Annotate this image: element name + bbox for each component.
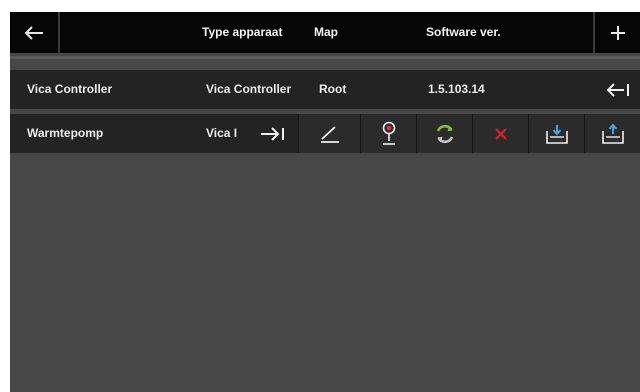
expand-actions-button[interactable] <box>250 114 294 153</box>
delete-button[interactable] <box>472 114 528 153</box>
refresh-icon <box>436 124 453 143</box>
device-name: Vica Controller <box>27 82 113 96</box>
edit-button[interactable] <box>298 114 360 153</box>
header-separator <box>10 56 640 59</box>
column-header-software-version: Software ver. <box>426 25 501 39</box>
device-name: Warmtepomp <box>27 126 104 140</box>
pencil-icon <box>320 125 339 143</box>
header-divider-left <box>58 12 60 53</box>
expand-right-icon <box>261 126 284 141</box>
device-map: Root <box>319 82 347 96</box>
device-type: Vica Controller <box>206 82 292 96</box>
device-row[interactable]: Warmtepomp Vica I <box>10 114 640 153</box>
refresh-button[interactable] <box>416 114 472 153</box>
export-button[interactable] <box>584 114 640 153</box>
import-button[interactable] <box>528 114 584 153</box>
header-bar: Type apparaat Map Software ver. <box>10 12 640 53</box>
tray-download-icon <box>545 124 568 144</box>
back-button[interactable] <box>10 12 58 53</box>
device-list-empty-area <box>10 153 640 392</box>
column-header-map: Map <box>314 25 338 39</box>
device-manager-window: Type apparaat Map Software ver. Vica Con… <box>10 12 640 392</box>
plus-icon <box>610 25 625 40</box>
map-pin-icon <box>382 121 395 145</box>
collapse-actions-button[interactable] <box>596 70 640 109</box>
locate-button[interactable] <box>360 114 416 153</box>
device-type: Vica I <box>206 126 238 140</box>
tray-upload-icon <box>601 122 624 144</box>
arrow-left-icon <box>24 25 43 40</box>
device-software-version: 1.5.103.14 <box>428 82 485 96</box>
row-action-bar <box>298 114 640 153</box>
collapse-left-icon <box>606 82 629 97</box>
column-header-type: Type apparaat <box>202 25 283 39</box>
add-button[interactable] <box>595 12 640 53</box>
device-row[interactable]: Vica Controller Vica Controller Root 1.5… <box>10 70 640 109</box>
close-icon <box>494 127 507 140</box>
